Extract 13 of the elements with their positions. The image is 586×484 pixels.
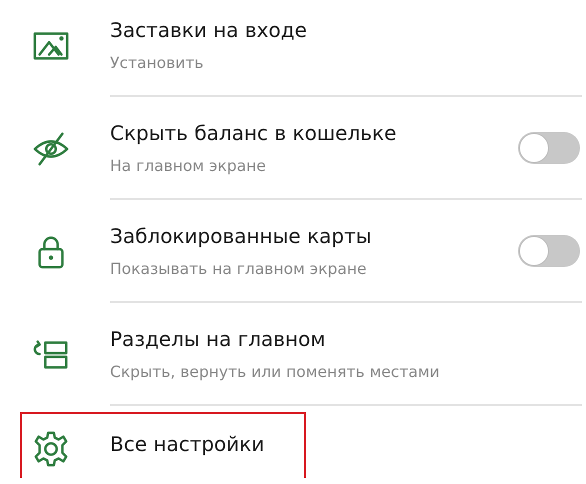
settings-icon: [32, 430, 70, 468]
setting-subtitle: Скрыть, вернуть или поменять местами: [110, 362, 441, 380]
toggle-switch[interactable]: [518, 234, 580, 266]
setting-title: Разделы на главном: [110, 326, 326, 350]
hidden-eye-icon: [32, 130, 70, 168]
toggle-switch[interactable]: [518, 132, 580, 164]
setting-title: Заставки на входе: [110, 18, 308, 42]
setting-subtitle: Показывать на главном экране: [110, 260, 368, 278]
setting-title: Скрыть баланс в кошельке: [110, 120, 398, 144]
setting-title: Все настройки: [110, 432, 266, 456]
setting-subtitle: Установить: [110, 54, 204, 72]
setting-title: Заблокированные карты: [110, 224, 373, 248]
setting-subtitle: На главном экране: [110, 156, 267, 174]
